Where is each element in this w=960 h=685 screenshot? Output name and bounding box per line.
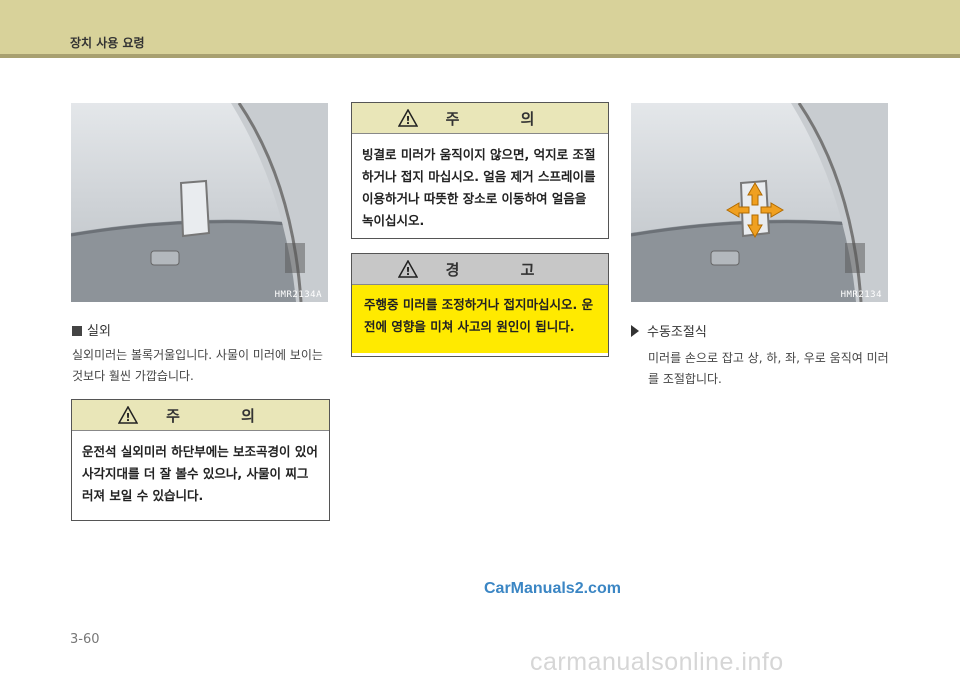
svg-text:!: !	[405, 114, 410, 127]
footer-watermark: carmanualsonline.info	[530, 648, 784, 676]
caution-box-left: ! 주 의 운전석 실외미러 하단부에는 보조곡경이 있어 사각지대를 더 잘 …	[71, 399, 330, 521]
mirror-photo-left: HMR2134A	[71, 103, 328, 302]
section-title-text: 실외	[87, 324, 111, 339]
warning-triangle-icon: !	[397, 260, 418, 278]
header-rule	[0, 54, 960, 58]
caution-body: 운전석 실외미러 하단부에는 보조곡경이 있어 사각지대를 더 잘 볼수 있으나…	[82, 444, 318, 503]
warning-triangle-icon: !	[397, 109, 418, 127]
caution-box-middle: ! 주 의 빙결로 미러가 움직이지 않으면, 억지로 조절하거나 접지 마십시…	[351, 102, 609, 239]
caution-title: 주 의	[166, 406, 283, 425]
caution-header: ! 주 의	[352, 103, 608, 134]
page-number: 3-60	[70, 632, 100, 647]
photo-code: HMR2134	[840, 290, 882, 300]
warning-body: 주행중 미러를 조정하거나 접지마십시오. 운전에 영향을 미쳐 사고의 원인이…	[352, 285, 608, 353]
svg-text:!: !	[405, 265, 410, 278]
warning-header: ! 경 고	[352, 254, 608, 285]
warning-title: 경 고	[445, 260, 563, 279]
manual-title-text: 수동조절식	[647, 325, 707, 340]
square-bullet-icon	[72, 326, 82, 336]
section-body: 실외미러는 볼록거울입니다. 사물이 미러에 보이는 것보다 훨씬 가깝습니다.	[72, 348, 323, 383]
section-title: 실외	[72, 320, 111, 339]
site-watermark[interactable]: CarManuals2.com	[484, 580, 621, 598]
manual-body: 미러를 손으로 잡고 상, 하, 좌, 우로 움직여 미러를 조절합니다.	[648, 351, 889, 386]
photo-code: HMR2134A	[274, 290, 322, 300]
warning-triangle-icon: !	[118, 406, 139, 424]
caution-header: ! 주 의	[72, 400, 329, 431]
manual-title: 수동조절식	[631, 321, 707, 340]
triangle-bullet-icon	[631, 325, 639, 337]
mirror-photo-right: HMR2134	[631, 103, 888, 302]
header-title: 장치 사용 요령	[70, 36, 145, 50]
warning-box: ! 경 고 주행중 미러를 조정하거나 접지마십시오. 운전에 영향을 미쳐 사…	[351, 253, 609, 357]
svg-text:!: !	[126, 411, 131, 424]
caution-title: 주 의	[445, 109, 563, 128]
caution-body: 빙결로 미러가 움직이지 않으면, 억지로 조절하거나 접지 마십시오. 얼음 …	[362, 147, 596, 228]
